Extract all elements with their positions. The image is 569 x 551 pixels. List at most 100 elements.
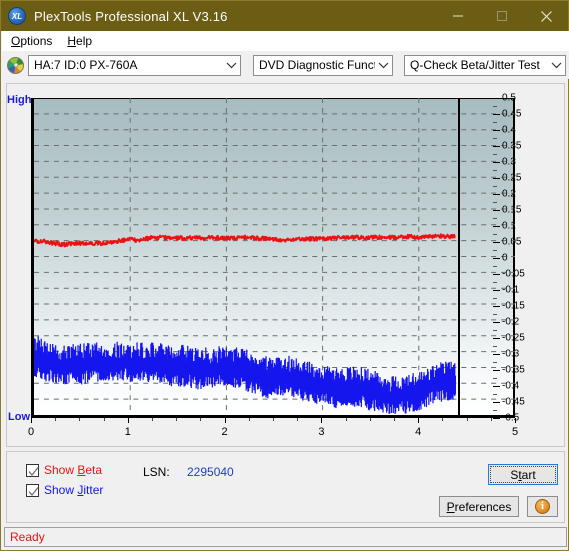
x-tick-minor [103,418,105,421]
menu-item-options[interactable]: Options [5,33,58,49]
window-title: PlexTools Professional XL V3.16 [34,8,228,24]
toolbar: HA:7 ID:0 PX-760A DVD Diagnostic Functio… [2,51,569,79]
y-tick-label: 0.35 [502,140,522,152]
lsn-label: LSN: [143,465,170,479]
x-tick-mark [515,418,516,423]
y-tick-label: 0.4 [502,124,516,136]
y-tick-label: 0.5 [502,92,516,104]
y-tick-minor [493,282,497,283]
x-axis: 0 1 2 3 4 5 [27,418,519,440]
y-tick-minor [493,394,497,395]
y-tick-minor [493,378,497,379]
y-tick-label: -0.2 [502,316,520,328]
y-tick-label: 0.45 [502,108,522,120]
function-select[interactable]: DVD Diagnostic Functions [253,54,393,76]
x-tick-minor [176,418,178,421]
y-tick-minor [493,202,497,203]
axis-label-high: High [7,94,32,106]
show-beta-label: Show Beta [44,463,103,477]
test-select-value: Q-Check Beta/Jitter Test [410,58,540,72]
chevron-down-icon [548,62,565,69]
y-tick-minor [493,410,497,411]
show-jitter-checkbox[interactable]: Show Jitter [26,483,103,497]
control-panel: Show Beta Show Jitter LSN: 2295040 St art… [6,451,565,523]
plot-area[interactable] [31,98,515,418]
x-tick-label: 5 [511,426,519,438]
minimize-icon[interactable] [436,1,480,31]
y-tick-label: 0.15 [502,204,522,216]
info-button[interactable]: i [527,496,558,517]
y-axis: 0.5 0.45 0.4 0.35 0.3 0.25 0.2 0.15 0.1 0.05 0 -0.0… [493,93,553,424]
cursor-line[interactable] [458,98,460,415]
y-tick-minor [493,266,497,267]
y-tick-label: 0.05 [502,236,522,248]
start-button[interactable]: St art [488,464,558,485]
x-tick-minor [248,418,250,421]
drive-select[interactable]: HA:7 ID:0 PX-760A [28,54,241,76]
x-tick-minor [442,418,444,421]
preferences-button-label: Preferences [446,499,512,514]
window-controls [436,1,568,31]
y-tick-label: -0.1 [502,284,520,296]
plot-series [34,233,456,415]
check-icon [28,486,39,496]
y-tick-minor [493,250,497,251]
status-bar: Ready [4,527,567,547]
y-tick-minor [493,330,497,331]
lsn-value: 2295040 [187,465,234,479]
function-select-value: DVD Diagnostic Functions [259,58,375,72]
y-tick-label: -0.35 [502,364,525,376]
y-tick-minor [493,314,497,315]
x-tick-minor [55,418,57,421]
menu-bar: Options Help [2,31,569,51]
x-tick-minor [369,418,371,421]
x-tick-label: 3 [318,426,325,438]
x-tick-minor [79,418,81,421]
chart-panel: High Low 0.5 0.45 0.4 0.35 0.3 0.25 0.2 0.15 0.1… [6,83,565,447]
status-text: Ready [10,530,45,544]
x-tick-mark [224,418,226,423]
drive-select-value: HA:7 ID:0 PX-760A [34,58,138,72]
show-jitter-label: Show Jitter [44,483,104,497]
maximize-icon[interactable] [480,1,524,31]
start-button-label: St art [490,466,556,483]
y-tick-minor [493,154,497,155]
y-tick-label: 0 [502,252,508,264]
y-tick-label: 0.3 [502,156,516,168]
x-tick-minor [200,418,202,421]
x-tick-mark [127,418,129,423]
y-tick-minor [493,234,497,235]
y-tick-label: -0.4 [502,380,520,392]
plextools-window: XL PlexTools Professional XL V3.16 Optio… [0,0,569,551]
chevron-down-icon [375,62,392,69]
show-beta-checkbox[interactable]: Show Beta [26,463,102,477]
title-bar: XL PlexTools Professional XL V3.16 [1,1,568,31]
preferences-button[interactable]: Preferences [439,496,519,517]
x-tick-label: 1 [124,426,131,438]
menu-item-help[interactable]: Help [61,33,98,49]
x-tick-mark [31,418,32,423]
x-tick-minor [394,418,395,421]
x-tick-mark [321,418,323,423]
x-tick-minor [466,418,468,421]
y-tick-minor [493,106,497,107]
y-tick-label: 0.25 [502,172,522,184]
y-tick-label: -0.05 [502,268,525,280]
y-tick-label: -0.15 [502,300,525,312]
close-icon[interactable] [524,1,568,31]
x-tick-label: 4 [415,426,422,438]
x-tick-minor [490,418,492,421]
x-tick-label: 0 [27,426,35,438]
y-tick-label: -0.45 [502,396,525,408]
x-tick-minor [273,418,274,421]
y-tick-minor [493,298,497,299]
y-tick-minor [493,346,497,347]
logo-text: XL [11,11,23,21]
disc-icon [7,56,24,74]
y-tick-label: 0.1 [502,220,516,232]
checkbox-box[interactable] [26,483,39,497]
checkbox-box[interactable] [26,463,39,477]
axis-label-low: Low [8,411,30,423]
y-tick-label: -0.3 [502,348,520,360]
test-select[interactable]: Q-Check Beta/Jitter Test [404,54,566,76]
